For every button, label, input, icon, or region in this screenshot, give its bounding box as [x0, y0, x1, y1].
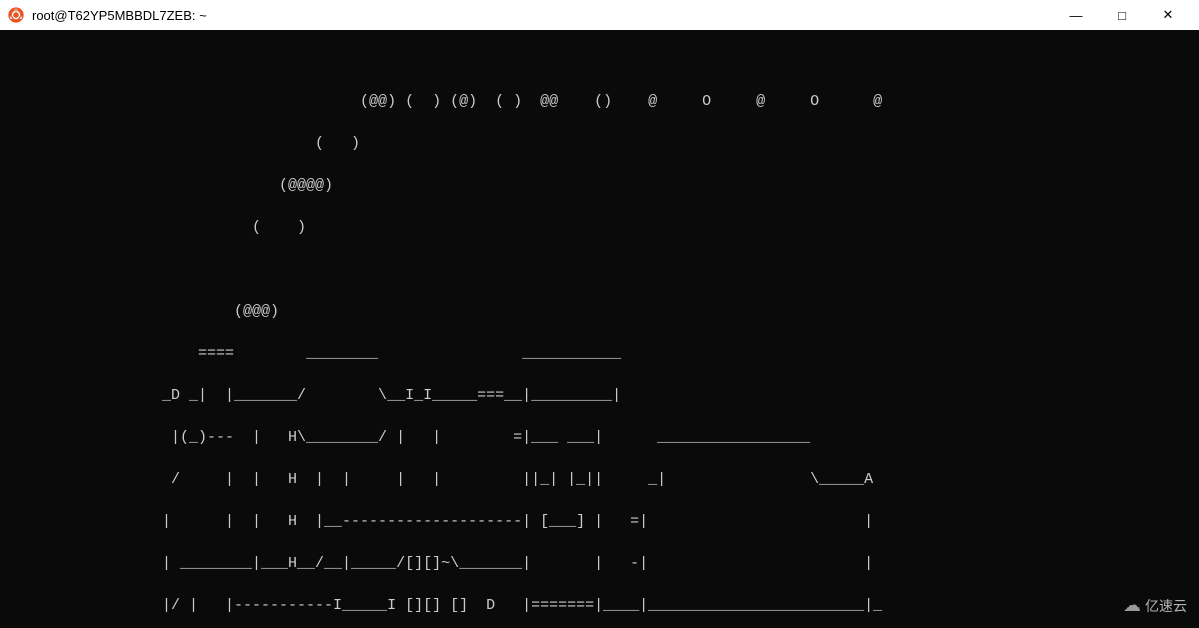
maximize-button[interactable]: □: [1099, 0, 1145, 30]
ascii-line: _D _| |_______/ \__I_I_____===__|_______…: [0, 385, 1199, 406]
ascii-line: ( ): [0, 133, 1199, 154]
cloud-icon: ☁: [1123, 595, 1141, 616]
terminal-output: (@@) ( ) (@) ( ) @@ () @ O @ O @ ( ) (@@…: [0, 30, 1199, 628]
watermark: ☁ 亿速云: [1123, 595, 1187, 616]
ascii-line: ( ): [0, 217, 1199, 238]
ascii-line: (@@@): [0, 301, 1199, 322]
window-title: root@T62YP5MBBDL7ZEB: ~: [32, 8, 1053, 23]
ascii-line: [0, 259, 1199, 280]
window-titlebar: root@T62YP5MBBDL7ZEB: ~ — □ ✕: [0, 0, 1199, 30]
ascii-line: | | | H |__--------------------| [___] |…: [0, 511, 1199, 532]
ascii-line: / | | H | | | | ||_| |_|| _| \_____A: [0, 469, 1199, 490]
minimize-button[interactable]: —: [1053, 0, 1099, 30]
ascii-line: | ________|___H__/__|_____/[][]~\_______…: [0, 553, 1199, 574]
ubuntu-icon: [8, 7, 24, 23]
ascii-line: ==== ________ ___________: [0, 343, 1199, 364]
close-button[interactable]: ✕: [1145, 0, 1191, 30]
ascii-line: |/ | |-----------I_____I [][] [] D |====…: [0, 595, 1199, 616]
ascii-line: |(_)--- | H\________/ | | =|___ ___| ___…: [0, 427, 1199, 448]
ascii-line: (@@@@): [0, 175, 1199, 196]
window-controls: — □ ✕: [1053, 0, 1191, 30]
ascii-line: (@@) ( ) (@) ( ) @@ () @ O @ O @: [0, 91, 1199, 112]
watermark-text: 亿速云: [1145, 596, 1187, 616]
